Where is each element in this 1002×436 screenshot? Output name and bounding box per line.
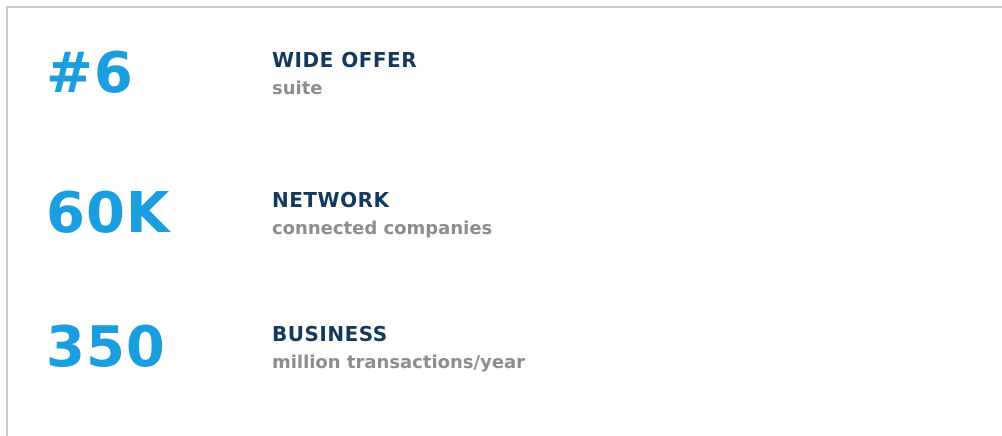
stat-subtitle: connected companies	[272, 218, 493, 239]
stat-network: 60K NETWORK connected companies	[8, 186, 1002, 266]
stat-subtitle: million transactions/year	[272, 352, 526, 373]
stat-value: 60K	[46, 181, 171, 246]
stat-heading: NETWORK	[272, 188, 390, 212]
stat-wide-offer: #6 WIDE OFFER suite	[8, 46, 1002, 126]
stat-subtitle: suite	[272, 78, 323, 99]
stat-heading: WIDE OFFER	[272, 48, 418, 72]
stat-business: 350 BUSINESS million transactions/year	[8, 320, 1002, 400]
stat-value: 350	[46, 315, 166, 380]
stat-heading: BUSINESS	[272, 322, 388, 346]
stat-value: #6	[46, 41, 134, 106]
stats-panel: #6 WIDE OFFER suite 60K NETWORK connecte…	[6, 6, 1002, 436]
